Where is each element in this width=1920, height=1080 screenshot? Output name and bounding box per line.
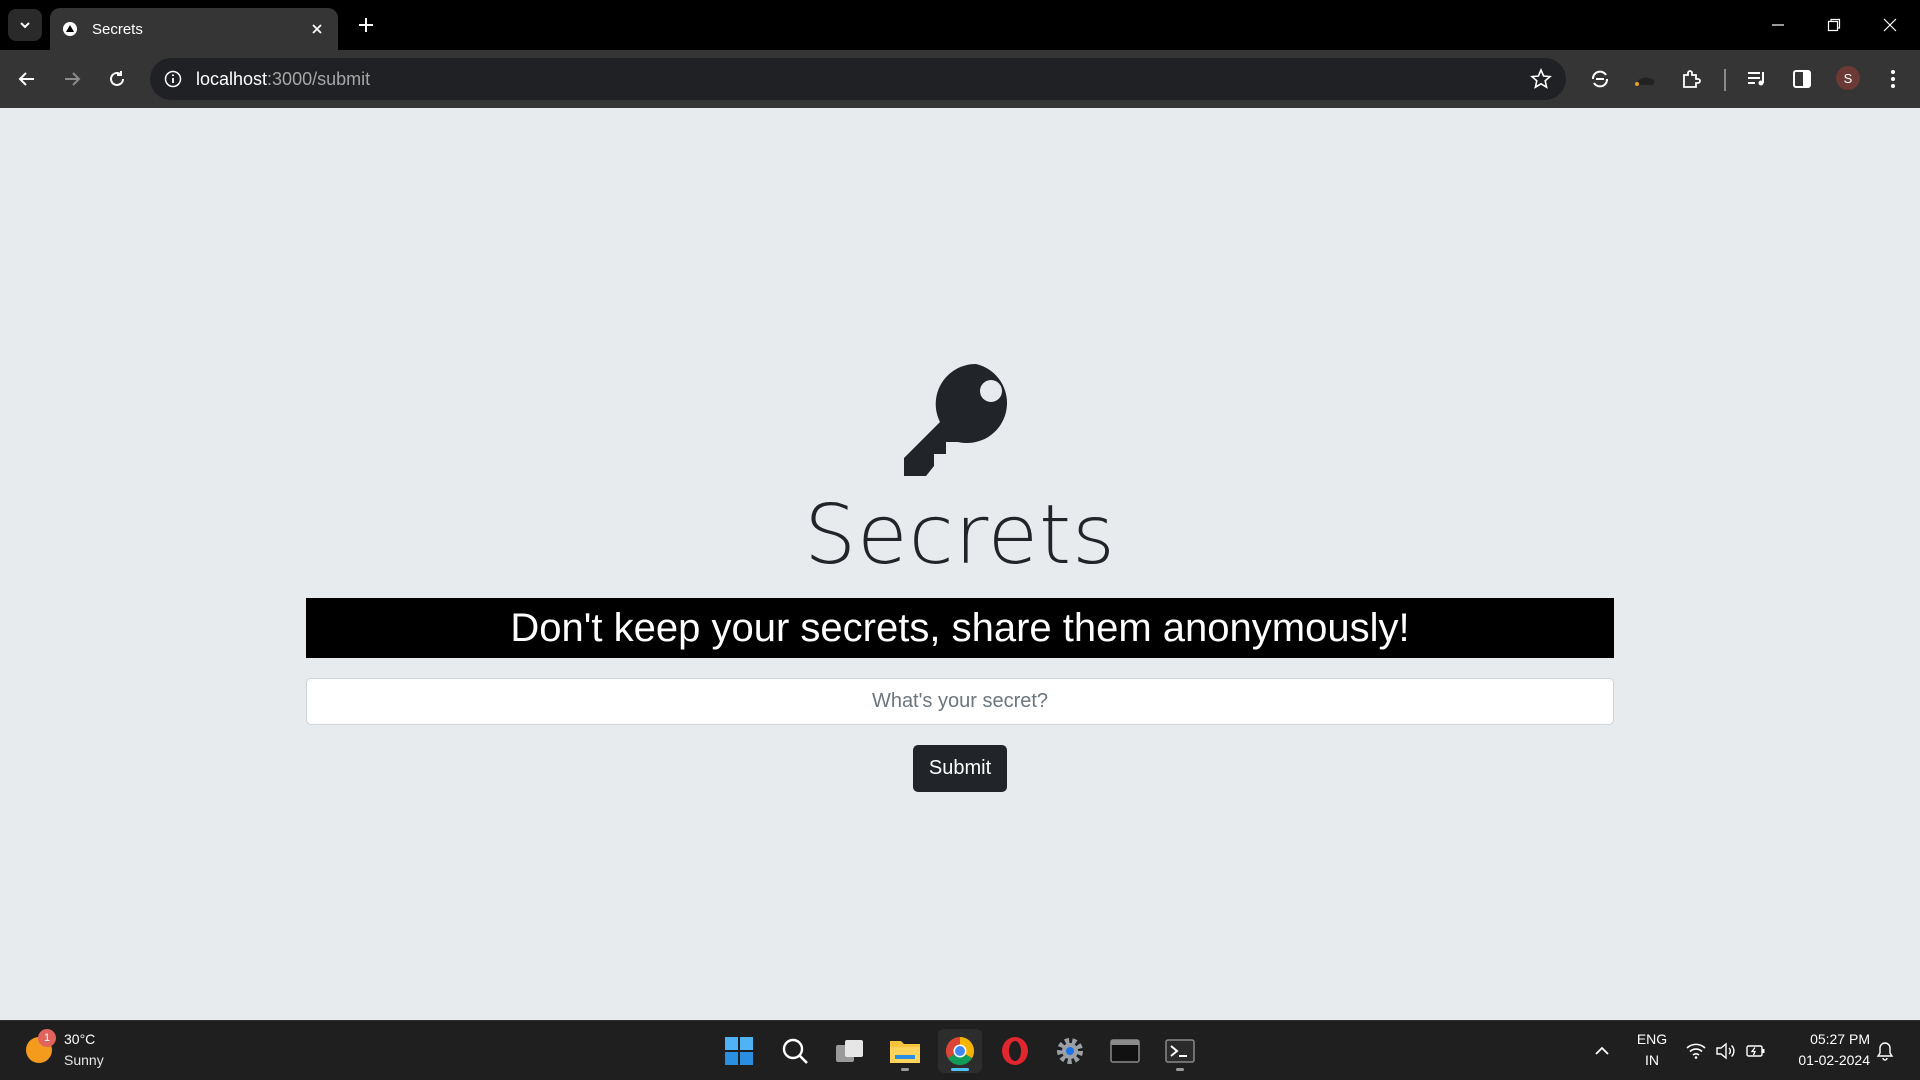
sync-extension-icon[interactable] — [1587, 66, 1613, 92]
address-bar[interactable]: localhost:3000/submit — [150, 58, 1566, 100]
reload-button[interactable] — [100, 62, 134, 96]
terminal-icon — [1110, 1039, 1140, 1063]
clock-time: 05:27 PM — [1810, 1031, 1870, 1047]
side-panel-icon[interactable] — [1789, 66, 1815, 92]
bookmark-star-icon[interactable] — [1530, 67, 1552, 90]
language-line1: ENG — [1636, 1031, 1668, 1047]
chrome-icon — [946, 1037, 974, 1065]
weather-description: Sunny — [64, 1052, 104, 1068]
arrow-left-icon — [18, 72, 34, 86]
new-tab-button[interactable] — [352, 11, 380, 39]
close-window-button[interactable] — [1862, 8, 1918, 42]
favicon-icon — [62, 21, 78, 37]
extension-icon[interactable] — [1632, 66, 1658, 92]
notification-bell-icon[interactable] — [1875, 1041, 1895, 1061]
windows-logo-icon — [725, 1037, 753, 1065]
running-indicator — [1176, 1068, 1184, 1071]
task-view-icon — [836, 1040, 863, 1062]
browser-tab-strip: Secrets — [0, 0, 1920, 50]
language-line2: IN — [1645, 1052, 1659, 1068]
terminal-button[interactable] — [1103, 1029, 1147, 1073]
arrow-right-icon — [65, 72, 81, 86]
show-hidden-icons-chevron-up-icon[interactable] — [1592, 1041, 1612, 1061]
powershell-button[interactable] — [1158, 1029, 1202, 1073]
close-icon — [1883, 18, 1897, 32]
forward-button[interactable] — [55, 62, 89, 96]
folder-icon — [890, 1041, 920, 1063]
running-indicator — [901, 1068, 909, 1071]
browser-toolbar: localhost:3000/submit — [0, 50, 1920, 108]
url-host: localhost — [196, 68, 268, 89]
site-info-icon[interactable] — [162, 68, 184, 90]
notification-badge: 1 — [38, 1029, 56, 1047]
active-indicator — [951, 1068, 969, 1071]
powershell-icon — [1165, 1039, 1195, 1063]
wifi-icon[interactable] — [1686, 1041, 1706, 1061]
taskbar: 1 30°C Sunny ENG IN 05:27 PM 01-02-2024 — [0, 1020, 1920, 1080]
file-explorer-button[interactable] — [883, 1029, 927, 1073]
secret-input[interactable] — [306, 678, 1614, 725]
settings-button[interactable] — [1048, 1029, 1092, 1073]
tab-search-button[interactable] — [8, 9, 42, 41]
toolbar-divider — [1724, 69, 1726, 91]
browser-tab-active[interactable]: Secrets — [50, 8, 338, 50]
extensions-puzzle-icon[interactable] — [1678, 66, 1704, 92]
tagline-banner: Don't keep your secrets, share them anon… — [306, 598, 1614, 658]
plus-icon — [359, 18, 373, 32]
minimize-button[interactable] — [1750, 8, 1806, 42]
key-icon — [904, 363, 1008, 476]
start-button[interactable] — [717, 1029, 761, 1073]
battery-icon[interactable] — [1746, 1041, 1766, 1061]
submit-button[interactable]: Submit — [913, 745, 1007, 792]
chevron-down-icon — [20, 22, 30, 29]
restore-icon — [1827, 18, 1841, 32]
close-tab-icon[interactable] — [302, 14, 332, 44]
browser-menu-icon[interactable] — [1880, 66, 1906, 92]
opera-icon — [1002, 1037, 1028, 1065]
taskbar-search-button[interactable] — [773, 1029, 817, 1073]
opera-button[interactable] — [993, 1029, 1037, 1073]
search-icon — [782, 1038, 808, 1064]
back-button[interactable] — [10, 62, 44, 96]
media-controls-icon[interactable] — [1744, 66, 1770, 92]
url-path: :3000/submit — [267, 68, 371, 89]
volume-icon[interactable] — [1716, 1041, 1736, 1061]
weather-temperature: 30°C — [64, 1031, 96, 1047]
profile-avatar[interactable]: S — [1836, 66, 1860, 90]
url-text: localhost:3000/submit — [196, 69, 370, 90]
gear-icon — [1057, 1038, 1083, 1064]
tab-title: Secrets — [92, 20, 143, 38]
clock-date: 01-02-2024 — [1798, 1052, 1870, 1068]
task-view-button[interactable] — [828, 1029, 872, 1073]
page-content: Secrets Don't keep your secrets, share t… — [0, 108, 1920, 1020]
minimize-icon — [1772, 24, 1784, 26]
chrome-button[interactable] — [938, 1029, 982, 1073]
restore-button[interactable] — [1806, 8, 1862, 42]
page-title: Secrets — [804, 488, 1116, 583]
reload-icon — [110, 71, 124, 86]
